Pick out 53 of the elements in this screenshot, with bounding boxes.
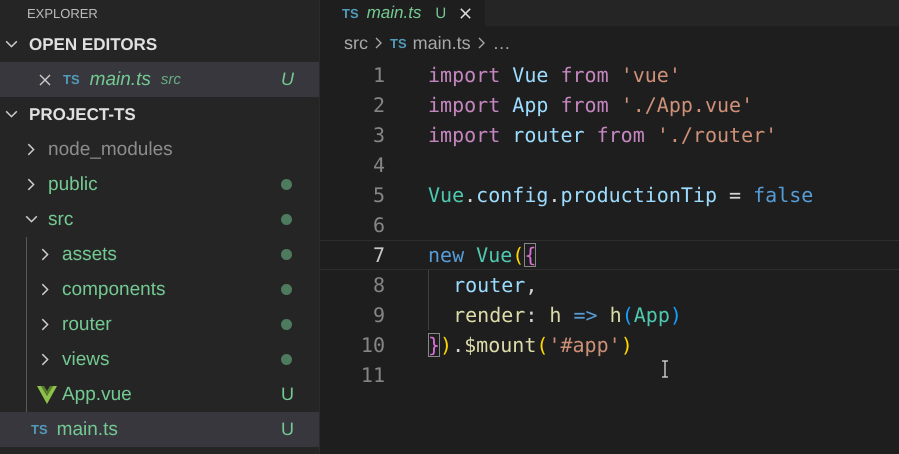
git-status-letter: U [281,384,294,405]
tree-item[interactable]: components [0,272,319,307]
explorer-title: EXPLORER [27,6,98,21]
folder-hint: src [160,71,181,88]
breadcrumb-item[interactable]: main.ts [412,32,471,54]
line-number: 1 [372,63,385,87]
line-number: 4 [372,153,385,177]
section-header[interactable]: PROJECT-TS [0,97,319,132]
line-number: 10 [360,333,385,357]
git-status-letter: U [281,69,294,90]
tab-title: main.ts [366,3,422,23]
line-number: 6 [372,213,385,237]
tree-item[interactable]: router [0,307,319,342]
line-number: 8 [372,273,385,297]
code-line: render: h => h(App) [453,303,682,327]
line-number: 7 [372,243,385,267]
line-number: 5 [372,183,385,207]
open-editor-item[interactable]: TS main.ts src U [0,62,319,97]
tree-item[interactable]: node_modules [0,132,319,167]
breadcrumb-item[interactable]: … [492,32,511,54]
file-name: main.ts [90,68,151,90]
line-number: 2 [372,93,385,117]
code-line: }).$mount('#app') [428,333,633,357]
editor-tab[interactable]: TS main.ts U [320,0,486,26]
tree-item[interactable]: views [0,342,319,377]
section-header[interactable]: OPEN EDITORS [0,27,319,62]
close-icon[interactable] [458,6,474,20]
breadcrumb-item[interactable]: src [344,32,368,54]
tree-item[interactable]: App.vue U [0,377,319,412]
code-line: new Vue({ [428,243,536,267]
git-status-letter: U [435,4,446,22]
typescript-icon: TS [342,6,359,20]
tree-item[interactable]: TS main.ts U [0,412,319,447]
typescript-icon: TS [31,423,48,436]
code-line: router, [453,273,538,297]
code-line: import Vue from 'vue' [428,63,681,87]
vue-logo-icon [37,386,57,404]
line-number: 11 [360,363,385,387]
typescript-icon: TS [63,73,80,86]
chevron-icon [476,35,487,51]
close-icon[interactable] [37,72,53,88]
line-number: 3 [372,123,385,147]
tree-item[interactable]: assets [0,237,319,272]
git-status-letter: U [281,419,294,440]
tree-item[interactable]: src [0,202,319,237]
chevron-icon [374,35,384,51]
code-line: import router from './router' [428,123,778,147]
text-cursor-icon [661,360,669,378]
typescript-icon: TS [390,36,407,50]
code-line: Vue.config.productionTip = false [428,183,814,207]
tree-item[interactable]: public [0,167,319,202]
code-line: import App from './App.vue' [428,93,754,117]
line-number: 9 [372,303,385,327]
